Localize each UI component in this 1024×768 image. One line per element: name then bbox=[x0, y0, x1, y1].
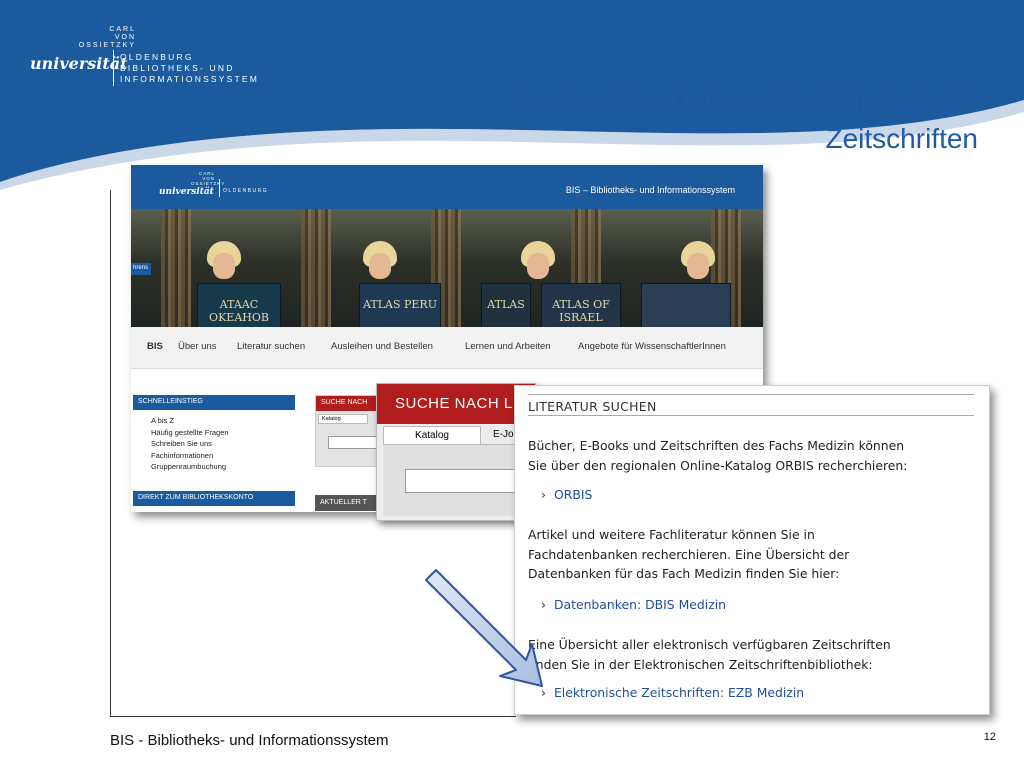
quick-access-heading: SCHNELLEINSTIEG bbox=[133, 395, 295, 410]
nav-literatur-suchen[interactable]: Literatur suchen bbox=[237, 341, 305, 352]
book-atlas-israel: ATLAS OF ISRAEL bbox=[541, 283, 621, 327]
frame-bottom-line bbox=[110, 716, 516, 717]
quick-item[interactable]: Gruppenraumbuchung bbox=[151, 461, 229, 473]
bookshelf bbox=[301, 209, 331, 327]
book-atlas-peru: ATLAS PERU bbox=[359, 283, 441, 327]
nav-ausleihen[interactable]: Ausleihen und Bestellen bbox=[331, 341, 433, 352]
logo-right-text: OLDENBURG BIBLIOTHEKS- UND INFORMATIONSS… bbox=[120, 52, 259, 85]
account-heading[interactable]: DIREKT ZUM BIBLIOTHEKSKONTO bbox=[133, 491, 295, 506]
site-logo-top: CARL VON OSSIETZKY bbox=[191, 171, 226, 186]
link-ezb-label[interactable]: Elektronische Zeitschriften: EZB Medizin bbox=[554, 685, 804, 700]
chevron-right-icon: › bbox=[541, 487, 546, 502]
lit-rule-top bbox=[528, 394, 974, 395]
slide-title: Bestand der Universitätsbibliothek: E- Z… bbox=[378, 82, 978, 158]
quick-item[interactable]: Fachinformationen bbox=[151, 450, 229, 462]
search-zoom-heading: SUCHE NACH LIT bbox=[377, 384, 535, 424]
link-ezb[interactable]: › Elektronische Zeitschriften: EZB Medizi… bbox=[541, 685, 804, 700]
book-dark bbox=[641, 283, 731, 327]
header-photo: ATAAC OKEAHOB ATLAS PERU ATLAS ATLAS OF … bbox=[131, 209, 763, 327]
nav-bis[interactable]: BIS bbox=[147, 341, 163, 352]
quick-access-list: A bis Z Häufig gestellte Fragen Schreibe… bbox=[151, 415, 229, 473]
search-box-zoom: SUCHE NACH LIT Katalog E-Jo bbox=[376, 383, 536, 521]
site-navigation: BIS Über uns Literatur suchen Ausleihen … bbox=[131, 327, 763, 369]
arrow-icon bbox=[425, 569, 543, 687]
link-dbis-label[interactable]: Datenbanken: DBIS Medizin bbox=[554, 597, 726, 612]
university-logo: CARL VON OSSIETZKY universität OLDENBURG… bbox=[30, 26, 260, 90]
page-number: 12 bbox=[983, 731, 996, 743]
link-orbis[interactable]: › ORBIS bbox=[541, 487, 592, 502]
person-figure bbox=[359, 241, 401, 287]
lit-heading: LITERATUR SUCHEN bbox=[528, 399, 657, 414]
person-figure bbox=[517, 241, 559, 287]
site-logo-oldenburg: OLDENBURG bbox=[223, 188, 269, 194]
lit-paragraph-3: Eine Übersicht aller elektronisch verfüg… bbox=[528, 637, 891, 672]
quick-item[interactable]: Häufig gestellte Fragen bbox=[151, 427, 229, 439]
site-logo-divider bbox=[219, 179, 220, 197]
slide-title-line-2: Zeitschriften bbox=[825, 123, 979, 154]
site-logo-universitaet[interactable]: universität bbox=[159, 187, 214, 197]
link-orbis-label[interactable]: ORBIS bbox=[554, 487, 592, 502]
logo-informationssystem: INFORMATIONSSYSTEM bbox=[120, 74, 260, 84]
person-figure bbox=[203, 241, 245, 287]
literature-search-panel: LITERATUR SUCHEN Bücher, E-Books und Zei… bbox=[514, 385, 990, 715]
lit-paragraph-2: Artikel und weitere Fachliteratur können… bbox=[528, 527, 850, 581]
nav-lernen[interactable]: Lernen und Arbeiten bbox=[465, 341, 551, 352]
frame-left-line bbox=[110, 190, 111, 717]
nav-wissenschaftler[interactable]: Angebote für WissenschaftlerInnen bbox=[578, 341, 726, 352]
site-header: CARL VON OSSIETZKY universität OLDENBURG… bbox=[131, 165, 763, 209]
logo-carl-von-ossietzky: CARL VON OSSIETZKY bbox=[78, 26, 136, 49]
quick-item[interactable]: A bis Z bbox=[151, 415, 229, 427]
lit-paragraph-1: Bücher, E-Books und Zeitschriften des Fa… bbox=[528, 438, 908, 473]
bookshelf bbox=[161, 209, 191, 327]
logo-bibliotheks: BIBLIOTHEKS- UND bbox=[120, 63, 235, 73]
quick-item[interactable]: Schreiben Sie uns bbox=[151, 438, 229, 450]
logo-divider bbox=[113, 50, 114, 86]
footer-text: BIS - Bibliotheks- und Informationssyste… bbox=[110, 732, 389, 749]
nav-ueber-uns[interactable]: Über uns bbox=[178, 341, 217, 352]
slide-title-line-1: Bestand der Universitätsbibliothek: E- bbox=[511, 85, 978, 116]
site-header-title: BIS – Bibliotheks- und Informationssyste… bbox=[565, 185, 735, 195]
logo-oldenburg: OLDENBURG bbox=[120, 52, 194, 62]
link-dbis[interactable]: › Datenbanken: DBIS Medizin bbox=[541, 597, 726, 612]
book-ataac: ATAAC OKEAHOB bbox=[197, 283, 281, 327]
book-atlas: ATLAS bbox=[481, 283, 531, 327]
person-figure bbox=[677, 241, 719, 287]
search-small-tab[interactable]: Katalog bbox=[318, 414, 368, 424]
tab-katalog[interactable]: Katalog bbox=[383, 426, 481, 444]
photo-tab[interactable]: hrens bbox=[131, 263, 151, 275]
lit-rule-bottom bbox=[528, 415, 974, 416]
